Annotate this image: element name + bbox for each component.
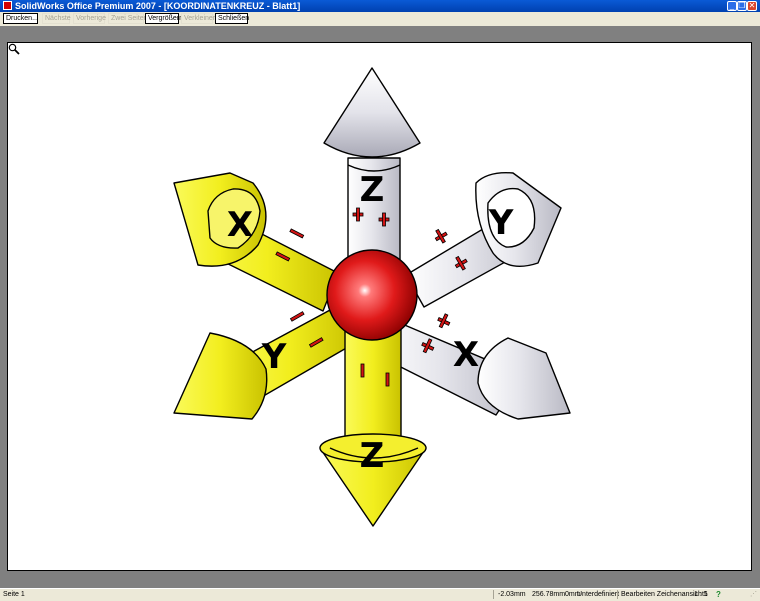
- window-title: SolidWorks Office Premium 2007 - [KOORDI…: [15, 1, 301, 11]
- status-divider: [617, 590, 618, 599]
- previous-page-button[interactable]: Vorherige: [73, 13, 106, 24]
- drawing-sheet[interactable]: Z Z X X Y Y: [7, 42, 752, 571]
- preview-area: Z Z X X Y Y: [0, 26, 760, 588]
- z-bottom-label: Z: [360, 436, 385, 476]
- next-page-button[interactable]: Nächste: [42, 13, 71, 24]
- help-icon[interactable]: ?: [716, 590, 724, 599]
- y-right-label: Y: [488, 203, 514, 243]
- x-left-label: X: [227, 205, 253, 245]
- y-left-label: Y: [261, 337, 287, 377]
- definition-state: Unterdefiniert: [577, 591, 620, 598]
- two-pages-button[interactable]: Zwei Seiten: [108, 13, 148, 24]
- app-icon: [3, 1, 12, 10]
- x-negative-arrow: [173, 172, 339, 312]
- z-top-label: Z: [360, 170, 385, 210]
- y-coordinate: 256.78mm: [532, 591, 566, 598]
- close-window-button[interactable]: ✕: [747, 1, 757, 11]
- sheet-scale: 1 : 5: [694, 591, 708, 598]
- coordinate-cross-drawing: Z Z X X Y Y: [173, 67, 571, 527]
- status-divider: [493, 590, 494, 599]
- zoom-in-button[interactable]: Vergrößern: [145, 13, 183, 24]
- x-right-label: X: [453, 335, 479, 375]
- origin-sphere: [326, 249, 418, 341]
- x-coordinate: -2.03mm: [498, 591, 526, 598]
- close-preview-button[interactable]: Schließen: [215, 13, 249, 24]
- page-indicator: Seite 1: [3, 591, 25, 598]
- resize-grip-icon[interactable]: ⋰: [750, 590, 759, 599]
- title-bar: SolidWorks Office Premium 2007 - [KOORDI…: [0, 0, 760, 12]
- zoom-out-button[interactable]: Verkleinern: [181, 13, 219, 24]
- magnifier-icon: [8, 43, 20, 55]
- restore-button[interactable]: ❐: [737, 1, 747, 11]
- print-preview-toolbar: Drucken... Nächste Vorherige Zwei Seiten…: [0, 12, 760, 27]
- y-positive-arrow: [405, 172, 562, 308]
- minimize-button[interactable]: _: [727, 1, 737, 11]
- status-bar: Seite 1 -2.03mm 256.78mm 0mm Unterdefini…: [0, 588, 760, 601]
- print-button[interactable]: Drucken...: [3, 13, 38, 24]
